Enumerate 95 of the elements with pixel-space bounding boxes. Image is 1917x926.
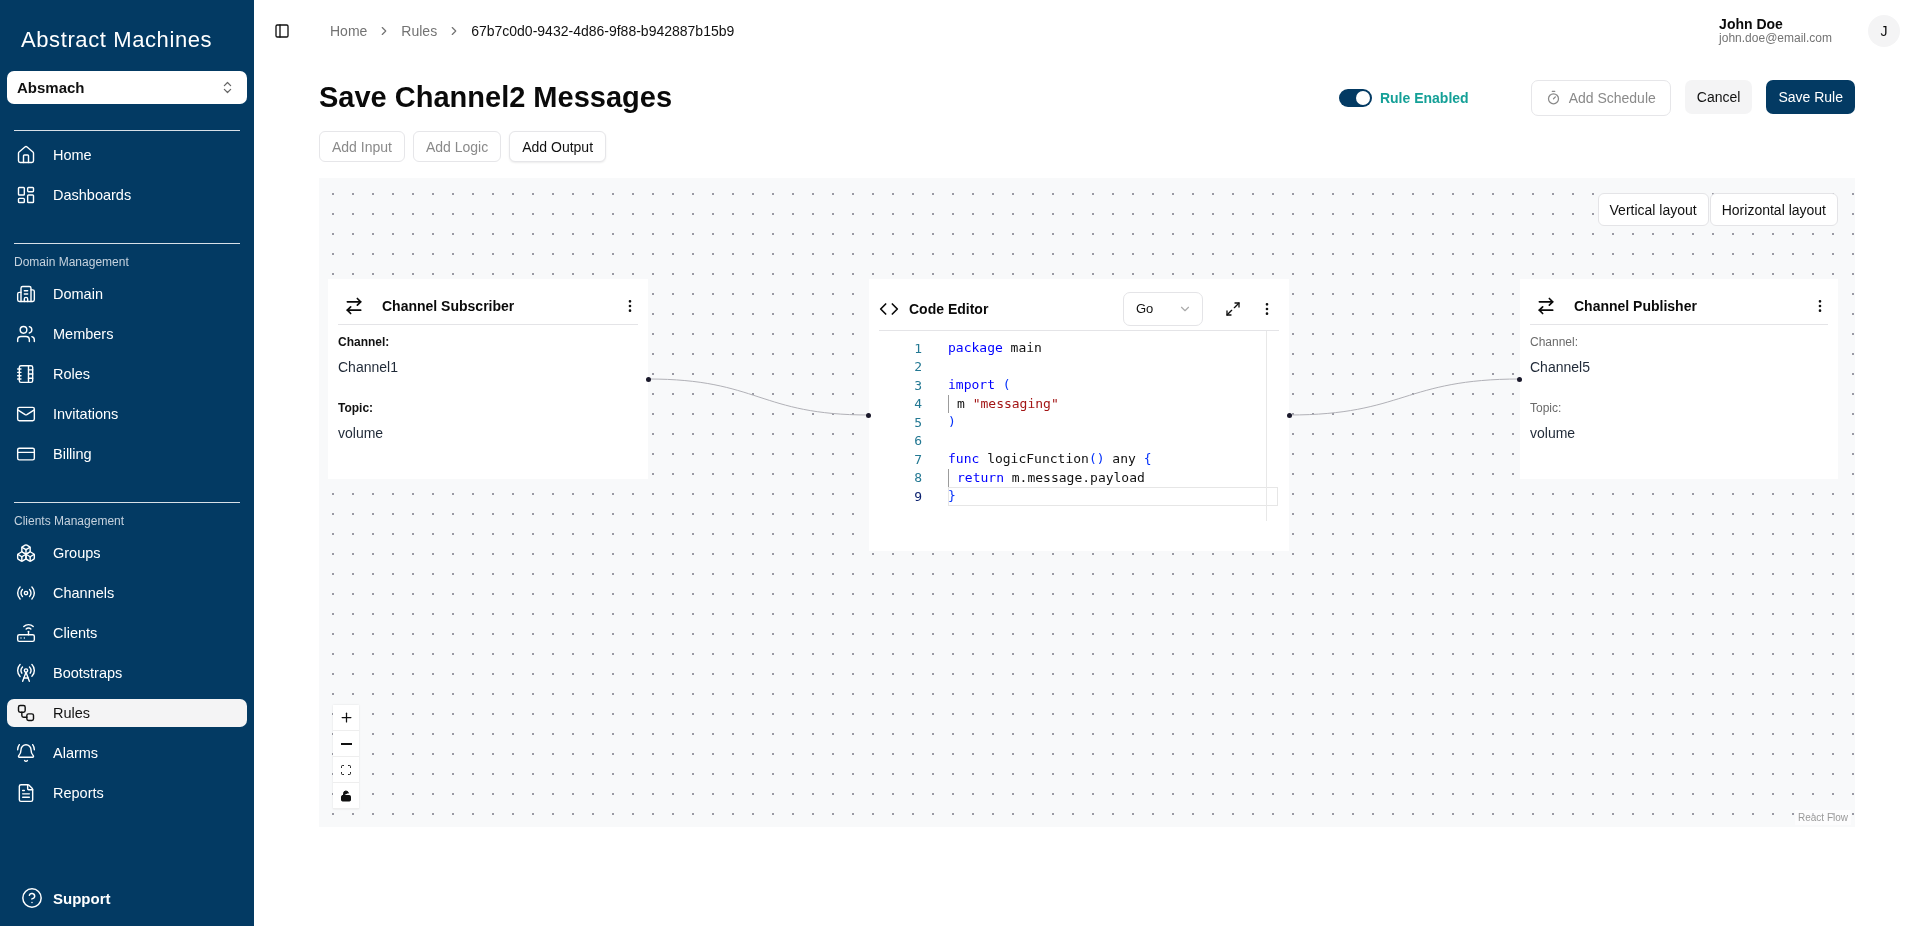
code-line: return m.message.payload	[948, 468, 1278, 487]
switch-label: Rule Enabled	[1379, 89, 1469, 106]
sidebar-toggle-icon[interactable]	[274, 23, 290, 39]
add-node-button[interactable]: Add Output	[509, 131, 607, 162]
workspace-select[interactable]: Absmach	[7, 71, 247, 104]
connection-handle[interactable]	[1287, 413, 1292, 418]
node-title: Code Editor	[909, 300, 989, 317]
building-icon	[16, 284, 36, 304]
breadcrumb-link[interactable]: Home	[330, 23, 368, 39]
field-value: volume	[338, 425, 385, 441]
layout-button[interactable]: Horizontal layout	[1709, 193, 1838, 226]
code-line: func logicFunction() any {	[948, 450, 1153, 468]
node-title: Channel Subscriber	[382, 297, 515, 314]
layout-button[interactable]: Vertical layout	[1597, 193, 1709, 226]
action-button[interactable]: Cancel	[1684, 79, 1753, 114]
breadcrumb-link[interactable]: Rules	[401, 23, 438, 39]
dashboard-icon	[16, 185, 36, 205]
flow-icon	[16, 703, 36, 723]
section-heading: Domain Management	[13, 254, 130, 271]
card-icon	[16, 444, 36, 464]
nav-item[interactable]: Members	[7, 314, 247, 354]
nav-item[interactable]: Dashboards	[7, 175, 247, 215]
line-number: 7	[913, 451, 922, 467]
section-heading: Clients Management	[13, 513, 126, 530]
line-number: 1	[913, 340, 922, 356]
field-value: Channel1	[338, 359, 399, 375]
nav-item[interactable]: Billing	[7, 434, 247, 474]
line-number: 6	[913, 433, 922, 449]
code-line: }	[948, 487, 1278, 506]
mail-icon	[16, 404, 36, 424]
connection-handle[interactable]	[1517, 377, 1522, 382]
nav-item[interactable]: Bootstraps	[7, 653, 247, 693]
rule-switch[interactable]	[1338, 88, 1372, 107]
line-number: 9	[913, 488, 922, 504]
nav-item[interactable]: Groups	[7, 533, 247, 573]
nav-item[interactable]: Channels	[7, 573, 247, 613]
node-card[interactable]: Code Editor Go 1 package main 2 3 import ( 4 m "messaging" 5 ) 6 7 func logicFunction() any { 8 return m.message.payload 9 }	[869, 279, 1289, 551]
document-icon	[16, 783, 36, 803]
code-line: package main	[948, 339, 1043, 357]
code-line: )	[948, 413, 957, 431]
nav-item[interactable]: Rules	[7, 699, 247, 727]
field-label: Topic:	[338, 401, 375, 415]
field-value: Channel5	[1530, 359, 1591, 375]
antenna-icon	[16, 663, 36, 683]
line-number: 4	[913, 396, 922, 412]
logo[interactable]: Abstract Machines	[7, 0, 247, 53]
field-label: Channel:	[1530, 335, 1580, 349]
field-label: Topic:	[1530, 401, 1563, 415]
user-name: John Doe	[1719, 17, 1784, 31]
timer-icon	[1545, 90, 1561, 105]
bell-icon	[16, 743, 36, 763]
code-line: m "messaging"	[948, 394, 1278, 413]
field-value: volume	[1530, 425, 1577, 441]
boxes-icon	[16, 543, 36, 563]
code-line: import (	[948, 376, 1012, 394]
node-card[interactable]: Channel Subscriber Channel: Channel1 Topic: volume	[328, 279, 648, 479]
language-select[interactable]: Go	[1123, 291, 1203, 326]
plus-icon	[338, 710, 354, 725]
fit-view-button[interactable]	[333, 757, 359, 783]
user-email: john.doe@email.com	[1719, 31, 1832, 45]
swap-arrows-icon	[1536, 295, 1556, 316]
line-number: 8	[913, 470, 922, 486]
field-label: Channel:	[338, 335, 391, 349]
node-title: Channel Publisher	[1574, 297, 1697, 314]
house-icon	[16, 145, 36, 165]
router-icon	[16, 623, 36, 643]
line-number: 5	[913, 414, 922, 430]
swap-arrows-icon	[344, 295, 364, 316]
nav-item[interactable]: Reports	[7, 773, 247, 813]
line-number: 3	[913, 377, 922, 393]
corners-icon	[340, 763, 352, 776]
page-title: Save Channel2 Messages	[319, 81, 672, 114]
people-icon	[16, 324, 36, 344]
breadcrumb-link[interactable]: 67b7c0d0-9432-4d86-9f88-b942887b15b9	[471, 23, 735, 39]
zoom-out-button[interactable]	[333, 731, 359, 757]
lock-button[interactable]	[333, 783, 359, 809]
connection-handle[interactable]	[646, 377, 651, 382]
connection-handle[interactable]	[866, 413, 871, 418]
help-icon	[21, 887, 43, 909]
nav-item[interactable]: Invitations	[7, 394, 247, 434]
avatar[interactable]: J	[1868, 15, 1900, 47]
expand-icon[interactable]	[1225, 300, 1241, 317]
nav-item[interactable]: Roles	[7, 354, 247, 394]
minus-icon	[340, 742, 352, 745]
action-button[interactable]: Save Rule	[1766, 79, 1855, 114]
nav-item[interactable]: Clients	[7, 613, 247, 653]
notebook-icon	[16, 364, 36, 384]
node-card[interactable]: Channel Publisher Channel: Channel5 Topic: volume	[1520, 279, 1838, 479]
nav-item[interactable]: Domain	[7, 274, 247, 314]
nav-item[interactable]: Alarms	[7, 733, 247, 773]
lock-icon	[340, 789, 352, 802]
line-number: 2	[913, 359, 922, 375]
support-link[interactable]: Support	[7, 887, 247, 909]
nav-item[interactable]: Home	[7, 135, 247, 175]
zoom-in-button[interactable]	[333, 705, 359, 731]
